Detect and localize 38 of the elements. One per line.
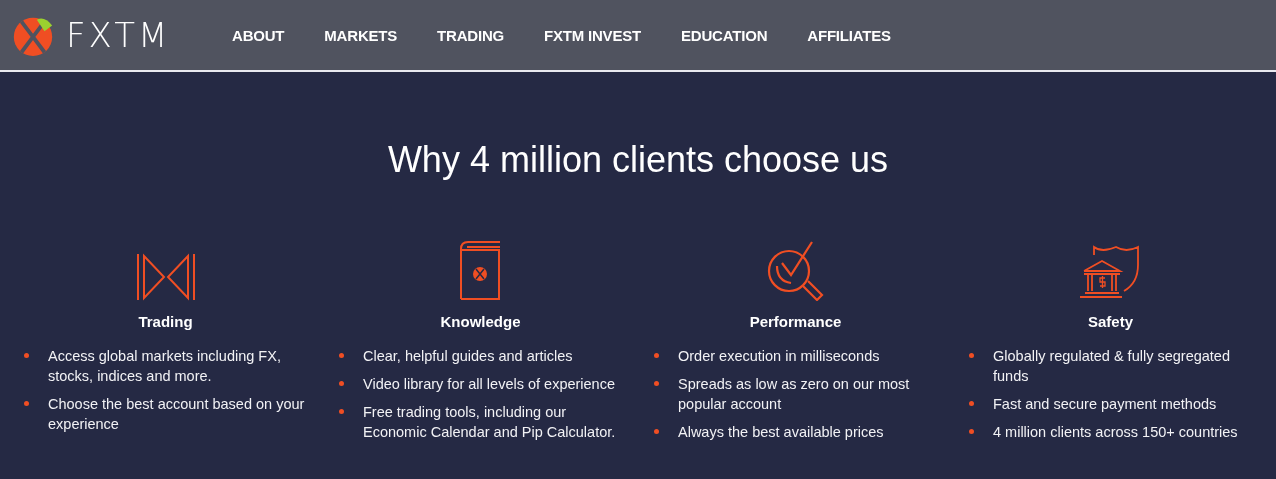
feature-point: Choose the best account based on your experience (48, 395, 306, 434)
feature-point: Globally regulated & fully segregated funds (993, 347, 1231, 386)
nav-link[interactable]: TRADING (437, 26, 505, 44)
feature-point: Spreads as low as zero on our most popular account (678, 375, 911, 414)
feature-point: 4 million clients across 150+ countries (993, 423, 1238, 442)
bullet-icon (24, 401, 29, 406)
bullet-icon (339, 409, 344, 414)
section-title: Why 4 million clients choose us (386, 139, 890, 181)
nav-link[interactable]: MARKETS (324, 26, 398, 44)
feature-point: Clear, helpful guides and articles (363, 347, 573, 366)
nav-link[interactable]: FXTM INVEST (544, 26, 641, 44)
feature-title: Knowledge (439, 313, 522, 330)
bank-shield-icon (1079, 245, 1142, 301)
nav-link[interactable]: AFFILIATES (807, 26, 891, 44)
logo-text[interactable]: FXTM (66, 15, 171, 55)
nav-link[interactable]: ABOUT (232, 26, 285, 44)
bullet-icon (339, 353, 344, 358)
book-icon (459, 241, 502, 301)
bullet-icon (969, 353, 974, 358)
bullet-icon (24, 353, 29, 358)
nav-link[interactable]: EDUCATION (681, 26, 768, 44)
feature-title: Performance (748, 313, 843, 330)
feature-point: Fast and secure payment methods (993, 395, 1217, 414)
feature-point: Free trading tools, including our Economic Calendar and Pip Calculator. (363, 403, 617, 442)
feature-point: Order execution in milliseconds (678, 347, 880, 366)
magnifier-check-icon (766, 241, 825, 301)
feature-point: Video library for all levels of experience (363, 375, 615, 394)
feature-point: Access global markets including FX, stocks, indices and more. (48, 347, 282, 386)
bullet-icon (969, 429, 974, 434)
feature-point: Always the best available prices (678, 423, 884, 442)
feature-title: Safety (1087, 313, 1134, 330)
bullet-icon (339, 381, 344, 386)
bullet-icon (654, 429, 659, 434)
bowtie-icon (135, 253, 196, 301)
feature-title: Trading (137, 313, 194, 330)
bullet-icon (654, 381, 659, 386)
bullet-icon (654, 353, 659, 358)
bullet-icon (969, 401, 974, 406)
